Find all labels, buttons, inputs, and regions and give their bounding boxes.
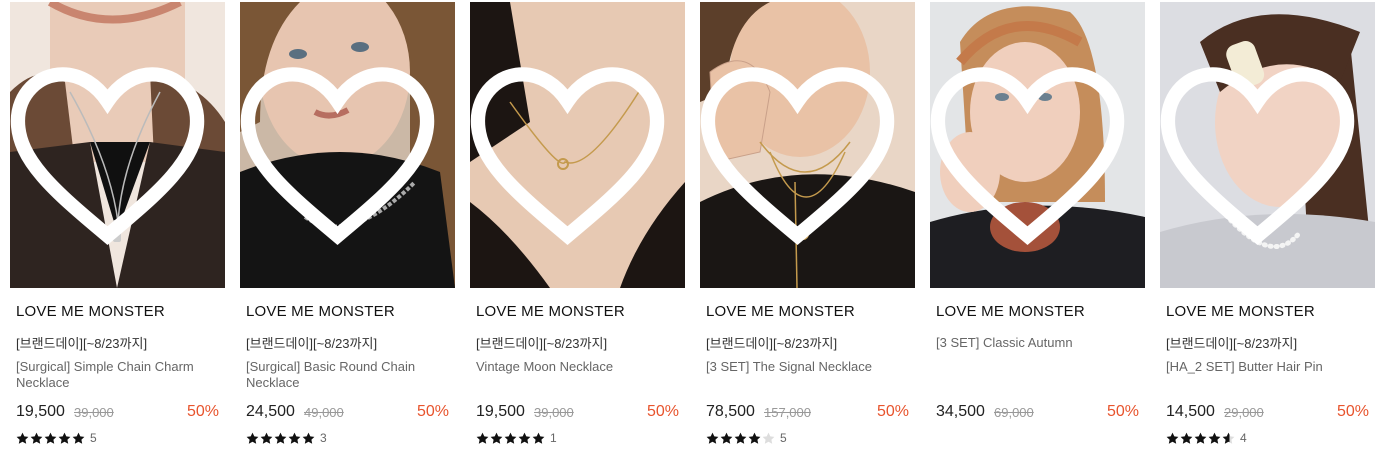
star-icon	[302, 432, 315, 444]
discount-rate: 50%	[186, 403, 219, 420]
product-card[interactable]: LOVE ME MONSTER [브랜드데이][~8/23까지] [Surgic…	[240, 0, 455, 469]
star-icon	[274, 432, 287, 444]
sale-price: 78,500	[706, 403, 755, 420]
rating: 5	[706, 431, 787, 445]
sale-price: 34,500	[936, 403, 985, 420]
star-icon	[288, 432, 301, 444]
product-image[interactable]	[470, 2, 685, 288]
original-price: 39,000	[534, 405, 574, 420]
rating-stars	[16, 432, 85, 445]
product-image[interactable]	[10, 2, 225, 288]
star-icon	[706, 432, 719, 444]
star-icon	[58, 432, 71, 444]
rating: 4	[1166, 431, 1247, 445]
rating: 5	[16, 431, 97, 445]
review-count: 1	[550, 431, 557, 445]
sale-price: 14,500	[1166, 403, 1215, 420]
discount-rate: 50%	[1106, 403, 1139, 420]
promo-label: [브랜드데이][~8/23까지]	[246, 336, 378, 351]
promo-label: [브랜드데이][~8/23까지]	[706, 336, 838, 351]
review-count: 4	[1240, 431, 1247, 445]
brand-name[interactable]: LOVE ME MONSTER	[706, 303, 855, 320]
product-image[interactable]	[1160, 2, 1375, 288]
product-name[interactable]: [Surgical] Basic Round Chain Necklace	[246, 359, 452, 391]
star-icon	[762, 432, 775, 444]
star-icon	[246, 432, 259, 444]
review-count: 3	[320, 431, 327, 445]
promo-label: [브랜드데이][~8/23까지]	[16, 336, 148, 351]
discount-rate: 50%	[416, 403, 449, 420]
discount-rate: 50%	[646, 403, 679, 420]
star-icon	[260, 432, 273, 444]
heart-outline-icon[interactable]	[240, 12, 445, 288]
product-name[interactable]: [Surgical] Simple Chain Charm Necklace	[16, 359, 222, 391]
rating-stars	[706, 432, 775, 445]
discount-rate: 50%	[876, 403, 909, 420]
star-icon	[30, 432, 43, 444]
star-icon	[1222, 432, 1235, 444]
heart-outline-icon[interactable]	[10, 12, 215, 288]
rating-stars	[246, 432, 315, 445]
promo-label: [브랜드데이][~8/23까지]	[1166, 336, 1298, 351]
star-icon	[720, 432, 733, 444]
product-card[interactable]: LOVE ME MONSTER [브랜드데이][~8/23까지] [Surgic…	[10, 0, 225, 469]
original-price: 157,000	[764, 405, 811, 420]
product-image[interactable]	[700, 2, 915, 288]
original-price: 69,000	[994, 405, 1034, 420]
brand-name[interactable]: LOVE ME MONSTER	[476, 303, 625, 320]
star-icon	[1194, 432, 1207, 444]
star-icon	[532, 432, 545, 444]
product-name[interactable]: [3 SET] Classic Autumn	[936, 335, 1142, 351]
star-icon	[748, 432, 761, 444]
rating: 3	[246, 431, 327, 445]
brand-name[interactable]: LOVE ME MONSTER	[1166, 303, 1315, 320]
heart-outline-icon[interactable]	[1160, 12, 1365, 288]
star-icon	[734, 432, 747, 444]
original-price: 49,000	[304, 405, 344, 420]
star-icon	[16, 432, 29, 444]
star-icon	[1180, 432, 1193, 444]
product-card[interactable]: LOVE ME MONSTER [3 SET] Classic Autumn 3…	[930, 0, 1145, 469]
product-card[interactable]: LOVE ME MONSTER [브랜드데이][~8/23까지] [HA_2 S…	[1160, 0, 1375, 469]
sale-price: 19,500	[476, 403, 525, 420]
star-icon	[490, 432, 503, 444]
heart-outline-icon[interactable]	[470, 12, 675, 288]
brand-name[interactable]: LOVE ME MONSTER	[246, 303, 395, 320]
rating-stars	[1166, 432, 1235, 445]
rating: 1	[476, 431, 557, 445]
heart-outline-icon[interactable]	[930, 12, 1135, 288]
product-image[interactable]	[930, 2, 1145, 288]
rating-stars	[476, 432, 545, 445]
product-name[interactable]: Vintage Moon Necklace	[476, 359, 682, 375]
product-image[interactable]	[240, 2, 455, 288]
star-icon	[476, 432, 489, 444]
brand-name[interactable]: LOVE ME MONSTER	[936, 303, 1085, 320]
product-grid: LOVE ME MONSTER [브랜드데이][~8/23까지] [Surgic…	[0, 0, 1388, 469]
sale-price: 19,500	[16, 403, 65, 420]
discount-rate: 50%	[1336, 403, 1369, 420]
product-name[interactable]: [3 SET] The Signal Necklace	[706, 359, 912, 375]
star-icon	[518, 432, 531, 444]
star-icon	[44, 432, 57, 444]
review-count: 5	[780, 431, 787, 445]
star-icon	[504, 432, 517, 444]
brand-name[interactable]: LOVE ME MONSTER	[16, 303, 165, 320]
promo-label: [브랜드데이][~8/23까지]	[476, 336, 608, 351]
star-icon	[1166, 432, 1179, 444]
star-icon	[72, 432, 85, 444]
product-card[interactable]: LOVE ME MONSTER [브랜드데이][~8/23까지] Vintage…	[470, 0, 685, 469]
heart-outline-icon[interactable]	[700, 12, 905, 288]
original-price: 39,000	[74, 405, 114, 420]
original-price: 29,000	[1224, 405, 1264, 420]
review-count: 5	[90, 431, 97, 445]
product-card[interactable]: LOVE ME MONSTER [브랜드데이][~8/23까지] [3 SET]…	[700, 0, 915, 469]
product-name[interactable]: [HA_2 SET] Butter Hair Pin	[1166, 359, 1372, 375]
star-icon	[1208, 432, 1221, 444]
sale-price: 24,500	[246, 403, 295, 420]
